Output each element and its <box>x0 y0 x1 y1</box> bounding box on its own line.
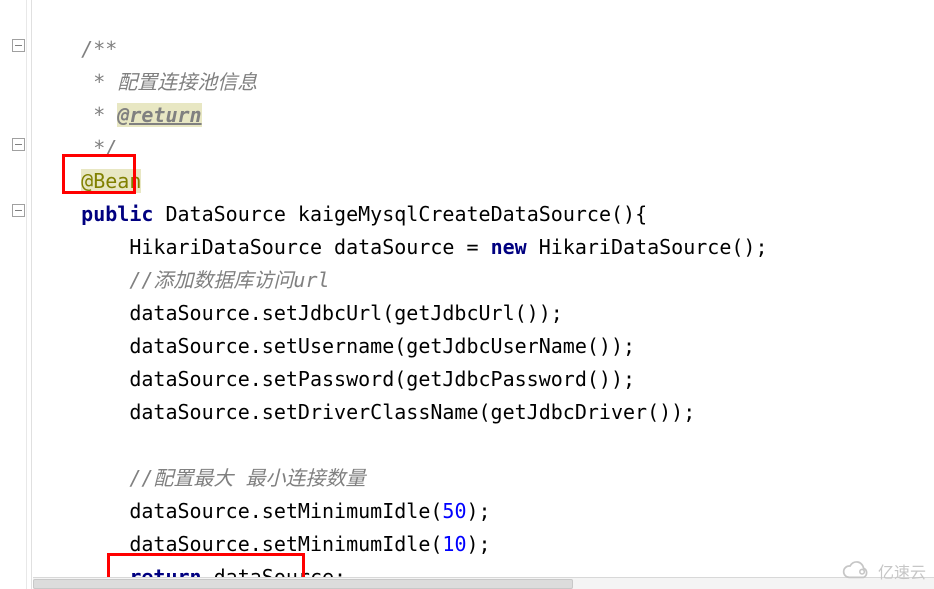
code-line: * @return <box>33 99 202 132</box>
cloud-icon <box>838 561 872 581</box>
code-text: HikariDataSource(); <box>527 235 768 259</box>
code-line: //配置最大 最小连接数量 <box>33 462 365 495</box>
number-literal: 10 <box>442 532 466 556</box>
horizontal-scrollbar[interactable] <box>33 577 934 589</box>
fold-toggle-icon[interactable] <box>12 138 27 153</box>
code-line: dataSource.setMinimumIdle(50); <box>33 495 491 528</box>
code-text: dataSource.setMinimumIdle( <box>33 499 442 523</box>
code-area[interactable]: /** * 配置连接池信息 * @return */ @Bean public … <box>33 0 934 589</box>
code-line: //添加数据库访问url <box>33 264 330 297</box>
fold-guide-line <box>26 0 27 589</box>
code-line: HikariDataSource dataSource = new Hikari… <box>33 231 768 264</box>
code-text: dataSource.setUsername(getJdbcUserName()… <box>33 334 635 358</box>
watermark: 亿速云 <box>838 559 926 583</box>
code-line: */ <box>33 132 117 165</box>
code-line: dataSource.setUsername(getJdbcUserName()… <box>33 330 635 363</box>
keyword-new: new <box>491 235 527 259</box>
code-text: ); <box>467 532 491 556</box>
code-text: dataSource.setDriverClassName(getJdbcDri… <box>33 400 695 424</box>
fold-toggle-icon[interactable] <box>12 39 27 54</box>
gutter <box>0 0 32 589</box>
code-text: dataSource.setMinimumIdle( <box>33 532 442 556</box>
code-text: dataSource.setPassword(getJdbcPassword()… <box>33 367 635 391</box>
indent <box>33 466 129 490</box>
indent <box>33 268 129 292</box>
comment-text: //添加数据库访问url <box>129 268 329 292</box>
indent <box>33 202 81 226</box>
code-text: dataSource.setJdbcUrl(getJdbcUrl()); <box>33 301 563 325</box>
indent <box>33 169 81 193</box>
code-text: DataSource kaigeMysqlCreateDataSource(){ <box>153 202 647 226</box>
code-line: dataSource.setDriverClassName(getJdbcDri… <box>33 396 695 429</box>
code-line: public DataSource kaigeMysqlCreateDataSo… <box>33 198 647 231</box>
comment-text: * <box>33 70 117 94</box>
code-line: /** <box>33 33 117 66</box>
code-line: @Bean <box>33 165 141 198</box>
number-literal: 50 <box>442 499 466 523</box>
fold-toggle-icon[interactable] <box>12 204 27 219</box>
comment-text: //配置最大 最小连接数量 <box>129 466 365 490</box>
keyword-public: public <box>81 202 153 226</box>
comment-text: 配置连接池信息 <box>117 70 257 94</box>
javadoc-return-tag: @return <box>117 103 201 127</box>
code-editor: /** * 配置连接池信息 * @return */ @Bean public … <box>0 0 934 589</box>
comment-text: /** <box>33 37 117 61</box>
code-text: ); <box>467 499 491 523</box>
code-line: dataSource.setJdbcUrl(getJdbcUrl()); <box>33 297 563 330</box>
code-line: dataSource.setPassword(getJdbcPassword()… <box>33 363 635 396</box>
code-line: dataSource.setMinimumIdle(10); <box>33 528 491 561</box>
comment-text: */ <box>33 136 117 160</box>
annotation-bean: @Bean <box>81 169 141 193</box>
code-text: HikariDataSource dataSource = <box>33 235 491 259</box>
watermark-text: 亿速云 <box>878 559 926 583</box>
code-line: * 配置连接池信息 <box>33 66 257 99</box>
scrollbar-thumb[interactable] <box>33 579 573 589</box>
comment-text: * <box>33 103 117 127</box>
